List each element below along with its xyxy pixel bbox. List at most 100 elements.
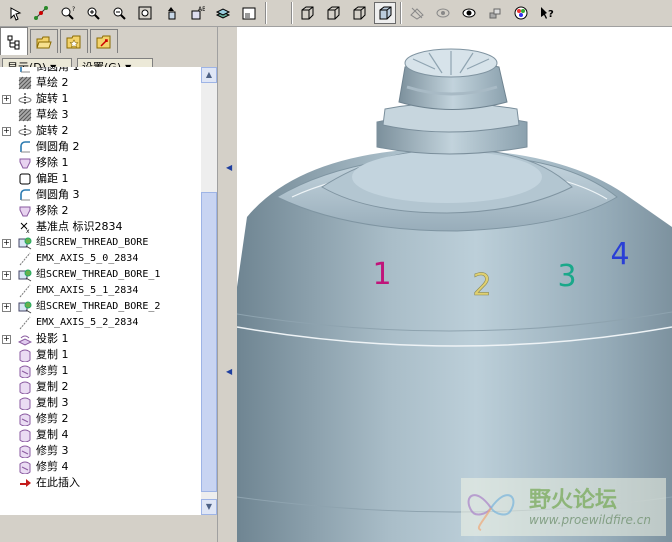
tree-item[interactable]: + 组SCREW_THREAD_BORE bbox=[0, 235, 201, 251]
no-hidden-button[interactable] bbox=[348, 2, 370, 24]
favorites-tab[interactable] bbox=[60, 29, 88, 53]
tree-item[interactable]: 复制 3 bbox=[0, 395, 201, 411]
orient-button[interactable] bbox=[160, 2, 182, 24]
datum-axes-button[interactable] bbox=[432, 2, 454, 24]
round-icon bbox=[20, 67, 30, 73]
tree-item[interactable]: + 旋转 2 bbox=[0, 123, 201, 139]
tree-item[interactable]: 复制 4 bbox=[0, 427, 201, 443]
connections-tab[interactable] bbox=[90, 29, 118, 53]
expand-icon[interactable]: + bbox=[2, 271, 11, 280]
graphics-viewport[interactable]: 1 2 3 4 bbox=[237, 27, 672, 542]
datum-axis-button[interactable] bbox=[30, 2, 52, 24]
tree-item-label: 旋转 1 bbox=[36, 92, 69, 105]
help-button[interactable]: ? bbox=[536, 2, 558, 24]
tree-item-label: 修剪 3 bbox=[36, 444, 69, 457]
dial-number-2: 2 bbox=[472, 268, 491, 303]
expand-icon[interactable]: + bbox=[2, 127, 11, 136]
tree-item-label: 组SCREW_THREAD_BORE_1 bbox=[36, 269, 161, 280]
toolbar-separator bbox=[400, 2, 402, 24]
tree-item[interactable]: 复制 2 bbox=[0, 379, 201, 395]
tree-item[interactable]: + 组SCREW_THREAD_BORE_2 bbox=[0, 299, 201, 315]
expand-icon[interactable]: + bbox=[2, 239, 11, 248]
datum-point-icon: x bbox=[20, 222, 30, 234]
tree-item-label: EMX_AXIS_5_0_2834 bbox=[36, 253, 139, 264]
tree-item-label: 偏距 1 bbox=[36, 172, 69, 185]
dial-number-4: 4 bbox=[610, 237, 629, 272]
trim-icon bbox=[19, 461, 31, 474]
group-icon bbox=[18, 237, 32, 250]
trim-icon bbox=[19, 413, 31, 426]
model-tree-scrollbar[interactable]: ▲ ▼ bbox=[201, 67, 217, 515]
tree-item[interactable]: 草绘 2 bbox=[0, 75, 201, 91]
layers-icon bbox=[215, 8, 231, 19]
zoom-in-button[interactable] bbox=[82, 2, 104, 24]
named-view-icon: AB bbox=[191, 6, 205, 20]
tree-item[interactable]: 偏距 1 bbox=[0, 171, 201, 187]
tree-item[interactable]: 草绘 3 bbox=[0, 107, 201, 123]
axis-icon bbox=[19, 252, 31, 266]
layers-button[interactable] bbox=[212, 2, 234, 24]
tree-item[interactable]: EMX_AXIS_5_2_2834 bbox=[0, 315, 201, 331]
scroll-up-button[interactable]: ▲ bbox=[201, 67, 217, 83]
hidden-line-button[interactable] bbox=[322, 2, 344, 24]
tree-item-label: 倒圆角 3 bbox=[36, 188, 80, 201]
view-manager-icon bbox=[242, 7, 256, 20]
appearance-button[interactable] bbox=[510, 2, 532, 24]
datum-points-button[interactable] bbox=[458, 2, 480, 24]
tree-item[interactable]: 倒圆角 1 bbox=[0, 67, 201, 75]
revolve-icon bbox=[18, 93, 32, 105]
tree-item[interactable]: 移除 1 bbox=[0, 155, 201, 171]
folder-browser-tab[interactable] bbox=[30, 29, 58, 53]
named-view-button[interactable]: AB bbox=[186, 2, 208, 24]
scroll-down-button[interactable]: ▼ bbox=[201, 499, 217, 515]
tree-item[interactable]: 复制 1 bbox=[0, 347, 201, 363]
tree-item-label: 修剪 2 bbox=[36, 412, 69, 425]
expand-icon[interactable]: + bbox=[2, 95, 11, 104]
dial-number-1: 1 bbox=[372, 257, 391, 292]
csys-button[interactable] bbox=[484, 2, 506, 24]
tree-item[interactable]: 移除 2 bbox=[0, 203, 201, 219]
tree-item[interactable]: EMX_AXIS_5_0_2834 bbox=[0, 251, 201, 267]
tree-item-label: 投影 1 bbox=[36, 332, 69, 345]
expand-icon[interactable]: + bbox=[2, 303, 11, 312]
tree-item[interactable]: + 组SCREW_THREAD_BORE_1 bbox=[0, 267, 201, 283]
datum-planes-button[interactable] bbox=[406, 2, 428, 24]
tree-item-label: 草绘 2 bbox=[36, 76, 69, 89]
tree-item[interactable]: EMX_AXIS_5_1_2834 bbox=[0, 283, 201, 299]
zoom-window-button[interactable] bbox=[134, 2, 156, 24]
offset-icon bbox=[19, 173, 31, 185]
tree-item[interactable]: + 旋转 1 bbox=[0, 91, 201, 107]
svg-text:AB: AB bbox=[198, 6, 205, 13]
tree-item-label: EMX_AXIS_5_2_2834 bbox=[36, 317, 139, 328]
shading-button[interactable] bbox=[374, 2, 396, 24]
tree-item[interactable]: 修剪 2 bbox=[0, 411, 201, 427]
view-manager-button[interactable] bbox=[238, 2, 260, 24]
collapse-left-icon[interactable]: ◀ bbox=[226, 163, 232, 172]
tree-item-label: 修剪 1 bbox=[36, 364, 69, 377]
zoom-in-icon bbox=[87, 7, 100, 20]
tree-item[interactable]: 修剪 3 bbox=[0, 443, 201, 459]
tree-item[interactable]: 倒圆角 3 bbox=[0, 187, 201, 203]
zoom-out-icon bbox=[113, 7, 126, 20]
panel-sash[interactable]: ◀ ◀ bbox=[217, 27, 238, 542]
zoom-refit-button[interactable]: ? bbox=[56, 2, 78, 24]
scroll-thumb[interactable] bbox=[201, 192, 217, 492]
wireframe-button[interactable] bbox=[296, 2, 318, 24]
watermark-title: 野火论坛 bbox=[529, 488, 618, 513]
tree-item[interactable]: 倒圆角 2 bbox=[0, 139, 201, 155]
repaint-button[interactable] bbox=[4, 2, 26, 24]
insert-here-icon bbox=[20, 479, 31, 487]
tree-item[interactable]: x 基准点 标识2834 bbox=[0, 219, 201, 235]
zoom-out-button[interactable] bbox=[108, 2, 130, 24]
tree-item[interactable]: 修剪 1 bbox=[0, 363, 201, 379]
model-tree-tab[interactable] bbox=[0, 27, 28, 55]
tree-item-label: 移除 2 bbox=[36, 204, 69, 217]
group-icon bbox=[18, 301, 32, 314]
tree-item[interactable]: 在此插入 bbox=[0, 475, 201, 491]
tree-item[interactable]: 修剪 4 bbox=[0, 459, 201, 475]
copy-icon bbox=[19, 381, 31, 394]
tree-item[interactable]: + 投影 1 bbox=[0, 331, 201, 347]
collapse-left-icon[interactable]: ◀ bbox=[226, 367, 232, 376]
expand-icon[interactable]: + bbox=[2, 335, 11, 344]
wireframe-icon bbox=[301, 6, 314, 20]
